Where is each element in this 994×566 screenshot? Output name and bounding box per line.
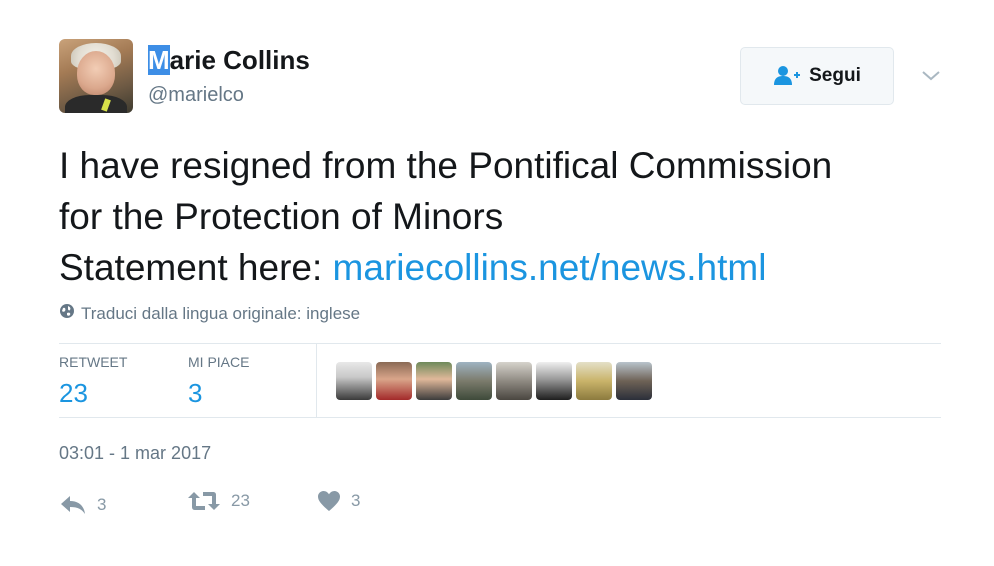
follow-button[interactable]: Segui [740,47,894,105]
like-stat[interactable]: MI PIACE 3 [188,354,249,409]
translate-link[interactable]: Traduci dalla lingua originale: inglese [59,303,360,324]
reply-icon [59,494,87,516]
liker-avatar[interactable] [616,362,652,400]
retweet-count: 23 [231,491,250,510]
author-name-rest: arie Collins [169,45,310,75]
tweet-card: Marie Collins @marielco Segui I have res… [0,0,994,566]
liker-avatar[interactable] [336,362,372,400]
add-user-icon [773,65,801,87]
retweet-icon [187,490,221,512]
heart-icon [317,490,341,512]
retweet-stat-label: RETWEET [59,354,128,370]
translate-label: Traduci dalla lingua originale: inglese [81,303,361,323]
liker-avatar[interactable] [536,362,572,400]
like-count: 3 [351,491,361,510]
statement-link[interactable]: mariecollins.net/news.html [333,247,767,288]
tweet-line-1: I have resigned from the Pontifical Comm… [59,145,833,186]
stats-separator [316,344,317,417]
divider-top [59,343,941,344]
like-button[interactable]: 3 [317,490,360,512]
likers-avatars [336,362,652,400]
author-name-highlight: M [148,45,170,75]
tweet-line-3-prefix: Statement here: [59,247,333,288]
author-handle[interactable]: @marielco [148,84,244,107]
tweet-actions: 3 23 3 [59,490,459,520]
chevron-down-icon[interactable] [920,64,942,86]
retweet-stat-count: 23 [59,378,88,408]
avatar[interactable] [59,39,133,113]
retweet-stat[interactable]: RETWEET 23 [59,354,127,409]
liker-avatar[interactable] [376,362,412,400]
liker-avatar[interactable] [496,362,532,400]
liker-avatar[interactable] [416,362,452,400]
tweet-text: I have resigned from the Pontifical Comm… [59,140,959,293]
globe-icon [59,303,75,324]
like-stat-label: MI PIACE [188,354,250,370]
liker-avatar[interactable] [576,362,612,400]
timestamp[interactable]: 03:01 - 1 mar 2017 [59,443,211,464]
divider-bottom [59,417,941,418]
reply-count: 3 [97,495,107,514]
liker-avatar[interactable] [456,362,492,400]
tweet-line-2: for the Protection of Minors [59,196,504,237]
author-name[interactable]: Marie Collins [148,45,310,76]
reply-button[interactable]: 3 [59,494,106,516]
follow-button-label: Segui [809,65,861,86]
retweet-button[interactable]: 23 [187,490,250,512]
like-stat-count: 3 [188,378,203,408]
